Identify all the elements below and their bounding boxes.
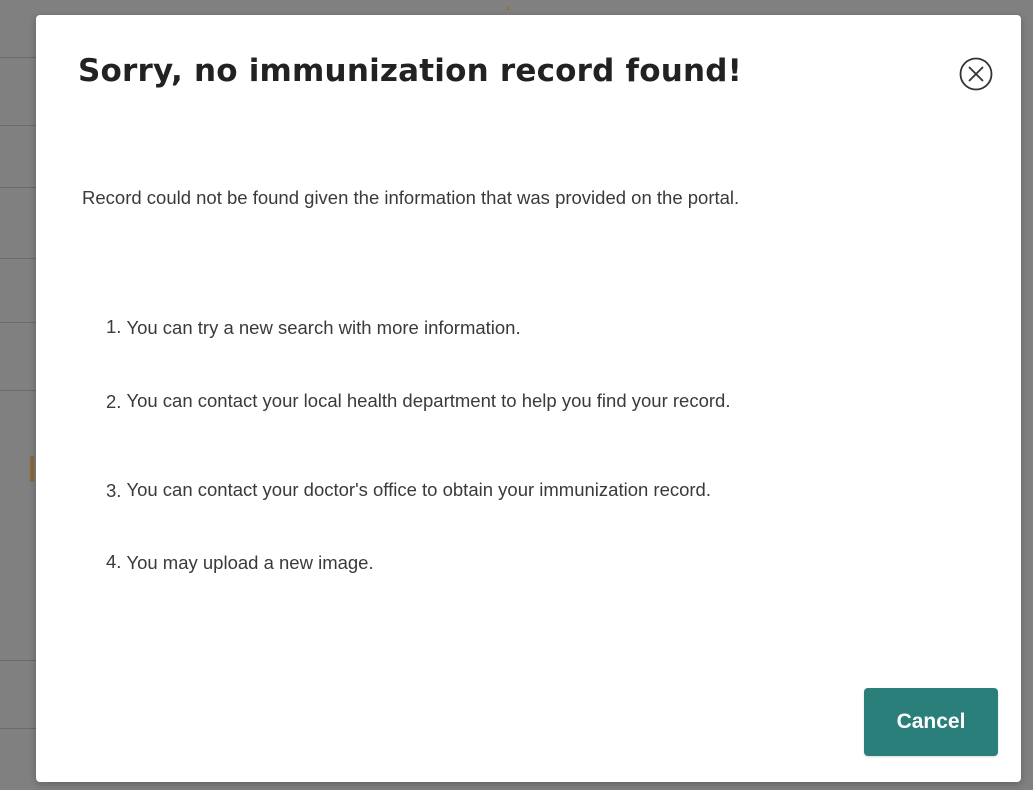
list-item-number: 4. — [106, 551, 122, 572]
no-record-dialog: Sorry, no immunization record found! Rec… — [36, 15, 1021, 782]
background-divider — [0, 390, 40, 391]
suggestion-list: 1. You can try a new search with more in… — [106, 312, 966, 604]
list-item: 2. You can contact your local health dep… — [106, 369, 966, 431]
list-item: 4. You may upload a new image. — [106, 547, 966, 577]
list-item-text: You can contact your doctor's office to … — [126, 478, 711, 500]
background-divider — [0, 57, 40, 58]
dialog-title: Sorry, no immunization record found! — [78, 53, 742, 89]
list-item-text: You can contact your local health depart… — [126, 389, 731, 411]
background-accent — [30, 456, 34, 482]
list-item: 1. You can try a new search with more in… — [106, 312, 966, 342]
list-item-text: You may upload a new image. — [126, 551, 374, 573]
background-divider — [0, 125, 40, 126]
list-item-number: 1. — [106, 316, 122, 337]
list-item: 3. You can contact your doctor's office … — [106, 458, 966, 520]
background-divider — [0, 660, 40, 661]
dialog-message: Record could not be found given the info… — [82, 187, 740, 208]
background-mark — [507, 7, 509, 10]
background-divider — [0, 728, 40, 729]
cancel-button[interactable]: Cancel — [864, 688, 998, 756]
background-divider — [0, 187, 40, 188]
background-divider — [0, 322, 40, 323]
close-button[interactable] — [958, 56, 994, 92]
list-item-number: 2. — [106, 391, 122, 412]
background-divider — [0, 258, 40, 259]
list-item-text: You can try a new search with more infor… — [126, 316, 521, 338]
list-item-number: 3. — [106, 480, 122, 501]
close-circle-icon — [959, 57, 993, 91]
